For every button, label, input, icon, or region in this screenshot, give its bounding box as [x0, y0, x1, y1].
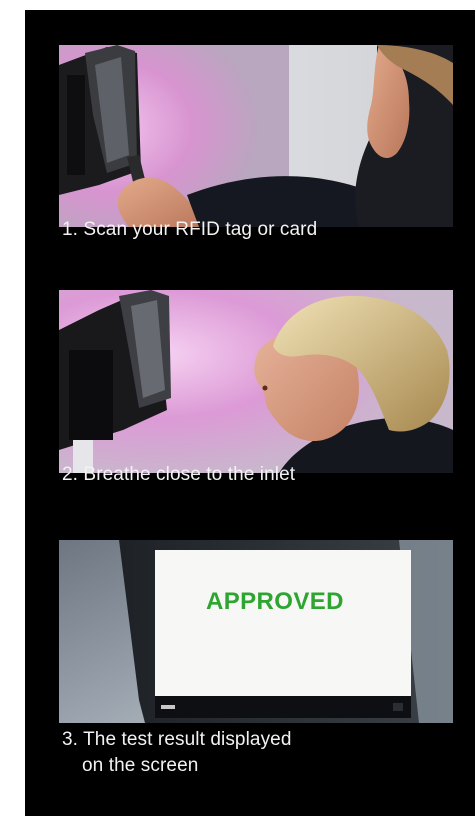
step-1-caption: 1. Scan your RFID tag or card: [62, 219, 318, 240]
step-3-caption-line-2: on the screen: [82, 755, 199, 776]
approved-result-text: APPROVED: [206, 588, 344, 615]
step-3-caption: 3. The test result displayed on the scre…: [62, 727, 292, 779]
step-2-caption: 2. Breathe close to the inlet: [62, 464, 296, 485]
instructions-panel: 1. Scan your RFID tag or card 2. Breathe…: [25, 10, 475, 816]
step-2-photo: [59, 290, 453, 473]
step-3-photo: APPROVED: [59, 540, 453, 723]
step-3-caption-line-1: 3. The test result displayed: [62, 729, 292, 750]
step-1-photo: [59, 45, 453, 227]
